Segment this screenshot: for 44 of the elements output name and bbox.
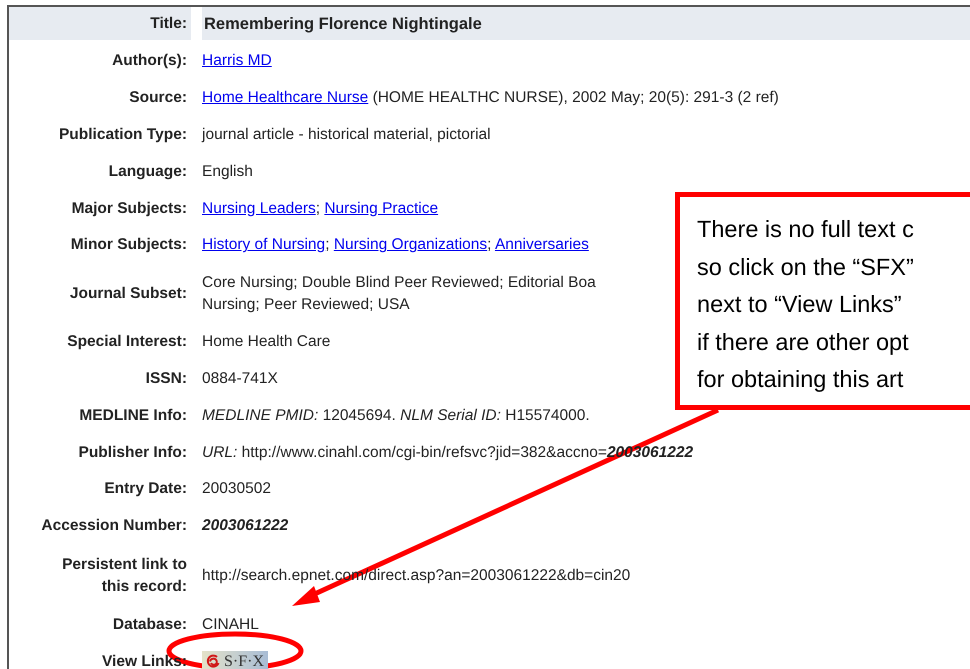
link[interactable]: Nursing Leaders	[202, 200, 316, 217]
field-value: Home Healthcare Nurse (HOME HEALTHC NURSE), 2002 May; 20(5): 291-3 (2 ref)	[202, 88, 779, 108]
callout-text: if there are other opt	[697, 328, 910, 357]
field-value: Home Health Care	[202, 332, 330, 352]
field-value: MEDLINE PMID: 12045694. NLM Serial ID: H15574000.	[202, 406, 590, 426]
field-label: Publication Type:	[58, 124, 187, 145]
field-value: 2003061222	[202, 516, 288, 536]
field-label: Minor Subjects:	[70, 235, 187, 256]
field-label: Author(s):	[111, 51, 187, 72]
field-value: Remembering Florence Nightingale	[204, 14, 482, 34]
field-label: Major Subjects:	[70, 198, 187, 219]
field-value: English	[202, 162, 253, 182]
field-value: 0884-741X	[202, 368, 278, 389]
field-value: 20030502	[202, 479, 271, 500]
callout-text: for obtaining this art	[697, 365, 904, 394]
swirl-icon	[206, 654, 221, 669]
field-value: History of Nursing; Nursing Organizations; Anniversaries	[202, 235, 589, 256]
link[interactable]: Harris MD	[202, 52, 272, 70]
field-label: Journal Subset:	[68, 284, 187, 304]
callout-text: so click on the “SFX”	[697, 252, 915, 282]
field-label: Publisher Info:	[78, 442, 187, 463]
callout-text: There is no full text c	[697, 215, 915, 244]
field-value: Core Nursing; Double Blind Peer Reviewed; Editorial Boa	[202, 272, 596, 293]
field-label: Entry Date:	[103, 479, 187, 500]
link[interactable]: Home Healthcare Nurse	[202, 89, 368, 106]
link[interactable]: Anniversaries	[494, 236, 589, 254]
callout-text: next to “View Links”	[697, 290, 903, 319]
field-label: Title:	[149, 14, 187, 34]
field-value: Nursing Leaders; Nursing Practice	[202, 198, 438, 219]
field-label: MEDLINE Info:	[78, 406, 187, 426]
link[interactable]: Nursing Practice	[324, 200, 438, 217]
link[interactable]: History of Nursing	[202, 236, 326, 254]
field-value: Nursing; Peer Reviewed; USA	[202, 294, 410, 315]
field-label: Persistent link to this record:	[61, 554, 187, 597]
field-label: Language:	[108, 162, 187, 182]
field-value: journal article - historical material, pictorial	[202, 124, 491, 145]
field-label: Database:	[112, 614, 187, 635]
field-label: Source:	[128, 88, 187, 108]
field-label: ISSN:	[144, 368, 187, 389]
field-value: CINAHL	[202, 614, 259, 635]
field-label: Accession Number:	[40, 516, 187, 536]
link[interactable]: Nursing Organizations	[334, 236, 488, 254]
sfx-button[interactable]: S·F·X	[202, 650, 268, 669]
field-label: Special Interest:	[66, 332, 187, 352]
